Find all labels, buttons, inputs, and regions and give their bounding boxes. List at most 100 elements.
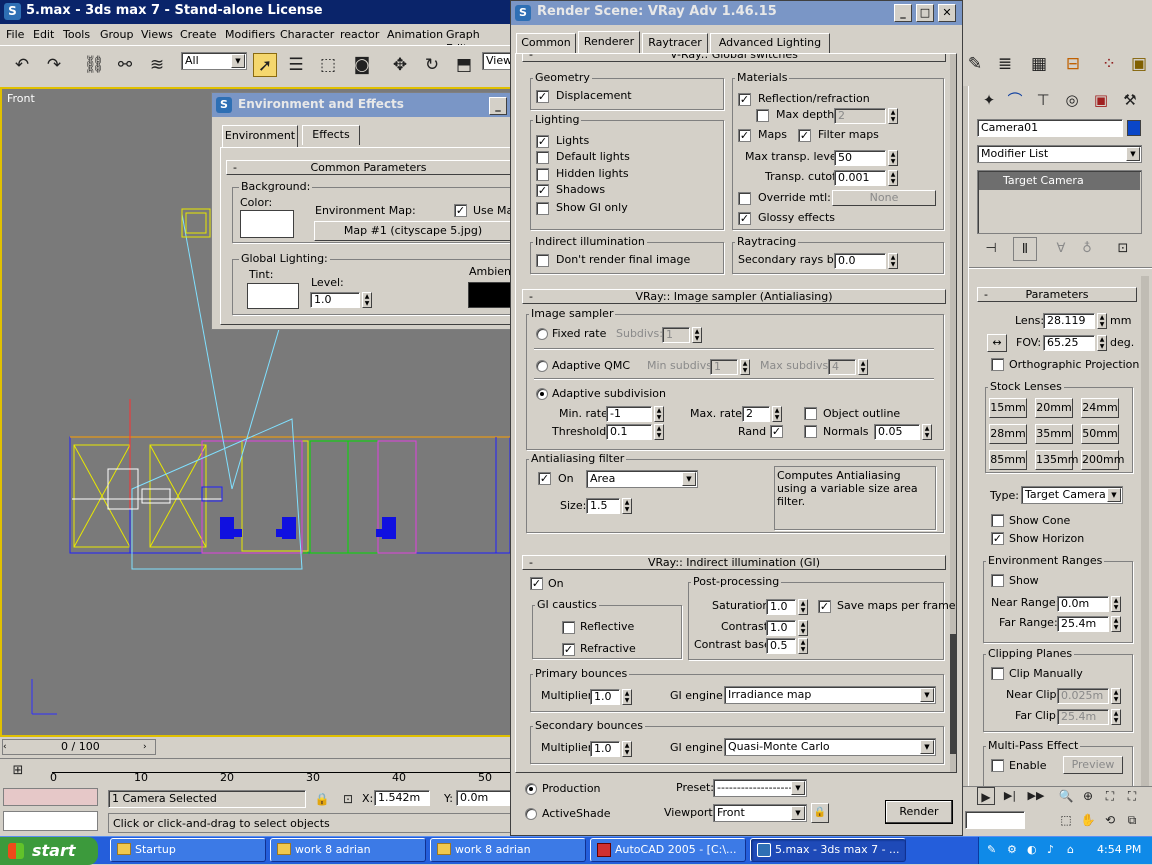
fov-direction-button[interactable]: ↔	[987, 334, 1007, 352]
modifier-list-dropdown[interactable]: Modifier List ▼	[977, 145, 1142, 163]
tab-advanced-lighting[interactable]: Advanced Lighting	[710, 33, 830, 53]
object-name-field[interactable]: Camera01	[977, 119, 1123, 137]
redo-icon[interactable]: ↷	[42, 53, 66, 77]
goto-end-icon[interactable]: ▶▶	[1027, 787, 1045, 805]
current-frame-field[interactable]	[965, 811, 1025, 829]
contrast-base-field[interactable]: 0.5	[766, 638, 796, 654]
near-range-spinner[interactable]: ▲ ▼	[1111, 596, 1121, 612]
show-cone-checkbox[interactable]	[991, 514, 1004, 527]
lens-50mm-button[interactable]: 50mm	[1081, 424, 1119, 444]
bind-space-warp-icon[interactable]: ≋	[145, 53, 169, 77]
parameters-rollout[interactable]: - Parameters	[977, 287, 1137, 302]
motion-tab-icon[interactable]: ◎	[1060, 88, 1084, 112]
multipass-preview-button[interactable]: Preview	[1063, 756, 1123, 774]
adaptive-qmc-radio[interactable]	[536, 360, 548, 372]
taskbar-item-autocad[interactable]: AutoCAD 2005 - [C:\...	[590, 838, 746, 862]
object-color-swatch[interactable]	[1127, 120, 1141, 136]
far-range-field[interactable]: 25.4m	[1057, 616, 1109, 632]
unlink-icon[interactable]: ⚯	[113, 53, 137, 77]
zoom-all-icon[interactable]: ⊕	[1079, 787, 1097, 805]
subdivs-spinner[interactable]: ▲ ▼	[692, 327, 702, 343]
threshold-spinner[interactable]: ▲ ▼	[654, 424, 664, 440]
near-range-field[interactable]: 0.0m	[1057, 596, 1109, 612]
tab-common[interactable]: Common	[516, 33, 576, 53]
lights-checkbox[interactable]: ✓	[536, 135, 549, 148]
select-object-icon[interactable]: ➚	[253, 53, 277, 77]
maxscript-input[interactable]	[3, 811, 98, 831]
rotate-icon[interactable]: ↻	[420, 53, 444, 77]
viewport-dropdown[interactable]: Front ▼	[713, 804, 807, 822]
schematic-view-icon[interactable]: ⊟	[1061, 52, 1085, 76]
secondary-engine-dropdown[interactable]: Quasi-Monte Carlo ▼	[724, 738, 936, 756]
render-minimize-button[interactable]: _	[894, 4, 912, 22]
bg-color-swatch[interactable]	[240, 210, 294, 238]
taskbar-item-startup[interactable]: Startup	[110, 838, 266, 862]
image-sampler-rollout[interactable]: - VRay:: Image sampler (Antialiasing)	[522, 289, 946, 304]
maximize-viewport-icon[interactable]: ⧉	[1123, 811, 1141, 829]
pin-stack-icon[interactable]: ⊣	[979, 237, 1003, 261]
make-unique-icon[interactable]: ∀	[1049, 237, 1073, 261]
multipass-enable-checkbox[interactable]	[991, 759, 1004, 772]
displacement-checkbox[interactable]: ✓	[536, 90, 549, 103]
lens-200mm-button[interactable]: 200mm	[1081, 450, 1124, 470]
max-transp-field[interactable]: 50	[834, 150, 886, 166]
stack-item-target-camera[interactable]: Target Camera	[979, 172, 1140, 190]
zoom-extents-icon[interactable]: ⛶	[1101, 787, 1119, 805]
tray-icon-5[interactable]: ⌂	[1067, 843, 1081, 857]
near-clip-field[interactable]: 0.025m	[1057, 688, 1109, 704]
zoom-extents-all-icon[interactable]: ⛶	[1123, 787, 1141, 805]
undo-icon[interactable]: ↶	[10, 53, 34, 77]
threshold-field[interactable]: 0.1	[606, 424, 652, 440]
ambient-color-swatch[interactable]	[468, 282, 511, 308]
lens-24mm-button[interactable]: 24mm	[1081, 398, 1119, 418]
taskbar-item-work8-1[interactable]: work 8 adrian	[270, 838, 426, 862]
menu-animation[interactable]: Animation	[387, 28, 443, 42]
max-rate-spinner[interactable]: ▲ ▼	[772, 406, 782, 422]
contrast-spinner[interactable]: ▲ ▼	[798, 620, 808, 636]
time-slider-next[interactable]: ›	[143, 740, 155, 754]
selection-filter-dropdown[interactable]: All ▼	[181, 52, 247, 70]
tray-icon-3[interactable]: ◐	[1027, 843, 1041, 857]
preset-dropdown[interactable]: -------------------- ▼	[713, 779, 807, 797]
tray-icon-4[interactable]: ♪	[1047, 843, 1061, 857]
y-coord-field[interactable]: 0.0m	[456, 790, 512, 806]
glossy-effects-checkbox[interactable]: ✓	[738, 212, 751, 225]
max-transp-spinner[interactable]: ▲ ▼	[888, 150, 898, 166]
lens-field[interactable]: 28.119	[1043, 313, 1095, 329]
time-slider[interactable]: ‹ 0 / 100 ›	[2, 739, 156, 755]
region-zoom-icon[interactable]: ⬚	[1057, 811, 1075, 829]
filter-maps-checkbox[interactable]: ✓	[798, 129, 811, 142]
lock-selection-icon[interactable]: 🔒	[310, 787, 334, 811]
taskbar-item-work8-2[interactable]: work 8 adrian	[430, 838, 586, 862]
show-gi-only-checkbox[interactable]	[536, 202, 549, 215]
contrast-field[interactable]: 1.0	[766, 620, 796, 636]
lens-spinner[interactable]: ▲ ▼	[1097, 313, 1107, 329]
rect-selection-icon[interactable]: ⬚	[316, 53, 340, 77]
shadows-checkbox[interactable]: ✓	[536, 184, 549, 197]
adaptive-subdivision-radio[interactable]	[536, 388, 548, 400]
modifier-stack[interactable]: Target Camera	[977, 170, 1142, 234]
menu-edit[interactable]: Edit	[33, 28, 54, 42]
tab-environment[interactable]: Environment	[222, 125, 298, 147]
remove-modifier-icon[interactable]: ♁	[1075, 237, 1099, 261]
primary-multiplier-spinner[interactable]: ▲ ▼	[622, 689, 632, 705]
lens-20mm-button[interactable]: 20mm	[1035, 398, 1073, 418]
reflection-refraction-checkbox[interactable]: ✓	[738, 93, 751, 106]
object-outline-checkbox[interactable]	[804, 407, 817, 420]
override-mtl-checkbox[interactable]	[738, 192, 751, 205]
absolute-mode-icon[interactable]: ⊡	[336, 787, 360, 811]
taskbar-item-3dsmax[interactable]: 5.max - 3ds max 7 - ...	[750, 838, 906, 862]
curve-editor-icon[interactable]: ▦	[1027, 52, 1051, 76]
render-maximize-button[interactable]: □	[916, 4, 934, 22]
configure-sets-icon[interactable]: ⊡	[1111, 237, 1135, 261]
level-spinner[interactable]: ▲ ▼	[362, 292, 372, 308]
clip-manually-checkbox[interactable]	[991, 667, 1004, 680]
lens-15mm-button[interactable]: 15mm	[989, 398, 1027, 418]
tint-color-swatch[interactable]	[247, 283, 299, 309]
default-lights-checkbox[interactable]	[536, 151, 549, 164]
camera-type-dropdown[interactable]: Target Camera ▼	[1021, 486, 1123, 504]
production-radio[interactable]	[525, 783, 537, 795]
override-mtl-button[interactable]: None	[832, 190, 936, 206]
env-map-button[interactable]: Map #1 (cityscape 5.jpg)	[314, 221, 511, 241]
lens-35mm-button[interactable]: 35mm	[1035, 424, 1073, 444]
